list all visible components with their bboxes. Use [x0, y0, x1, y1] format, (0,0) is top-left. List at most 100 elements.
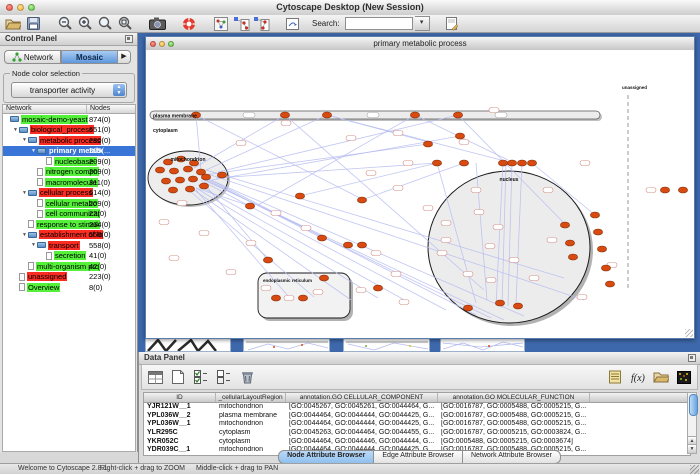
graph-node[interactable]	[322, 112, 331, 118]
table-vertical-scrollbar[interactable]: ▲ ▼	[687, 392, 697, 454]
layout-icon-b[interactable]	[252, 16, 270, 32]
app-resize-grip[interactable]	[690, 465, 699, 474]
graph-node[interactable]	[513, 303, 522, 309]
graph-node[interactable]	[459, 160, 468, 166]
zoom-selected-icon[interactable]	[96, 16, 114, 32]
snapshot-icon[interactable]	[148, 16, 166, 32]
graph-node[interactable]	[432, 160, 441, 166]
table-cell[interactable]: cytoplasm	[216, 429, 286, 438]
search-input[interactable]	[345, 17, 413, 30]
table-cell[interactable]: mitochondrion	[216, 403, 286, 412]
tree-row[interactable]: mosaic-demo-yeast874(0)	[3, 114, 135, 125]
graph-node[interactable]	[373, 285, 382, 291]
tree-row[interactable]: ▼metabolic process280(0)	[3, 135, 135, 146]
graph-node[interactable]	[295, 193, 304, 199]
tree-row[interactable]: cellular metabo209(0)	[3, 198, 135, 209]
graph-node[interactable]	[183, 166, 192, 172]
search-config-icon[interactable]	[444, 16, 462, 32]
tree-twisty-icon[interactable]: ▼	[30, 242, 37, 248]
unselect-all-attributes-icon[interactable]	[215, 369, 233, 385]
table-cell[interactable]	[590, 438, 690, 447]
float-data-panel-icon[interactable]	[688, 354, 696, 362]
more-tabs-button[interactable]: ▶	[118, 50, 131, 64]
graph-node[interactable]	[357, 242, 366, 248]
graph-edge[interactable]	[218, 115, 458, 172]
graph-edge[interactable]	[206, 115, 327, 170]
graph-node[interactable]	[199, 183, 208, 189]
graph-node[interactable]	[263, 257, 272, 263]
tree-row[interactable]: nucleobase-209(0)	[3, 156, 135, 167]
graph-node[interactable]	[155, 167, 164, 173]
nucleus-compartment[interactable]	[428, 171, 590, 323]
table-cell[interactable]	[590, 429, 690, 438]
zoom-out-icon[interactable]	[56, 16, 74, 32]
table-cell[interactable]	[590, 403, 690, 412]
tree-row[interactable]: ▼biological_process651(0)	[3, 125, 135, 136]
table-cell[interactable]: plasma membrane	[216, 412, 286, 421]
table-cell[interactable]: [GO:0016787, GO:0005215, GO:0003824, G..…	[438, 429, 590, 438]
tree-row[interactable]: ▼primary metabo209(...	[3, 146, 135, 157]
graph-node[interactable]	[319, 275, 328, 281]
graph-node[interactable]	[185, 186, 194, 192]
tree-row[interactable]: unassigned223(0)	[3, 272, 135, 283]
table-row[interactable]: YPL036W__2plasma membrane[GO:0044464, GO…	[143, 412, 691, 421]
tab-edge-attribute-browser[interactable]: Edge Attribute Browser	[374, 450, 463, 464]
tree-row[interactable]: cell communicat22(0)	[3, 209, 135, 220]
table-cell[interactable]: cytoplasm	[216, 438, 286, 447]
table-cell[interactable]: [GO:0045263, GO:0044464, GO:0044455, G..…	[286, 429, 438, 438]
table-cell[interactable]: [GO:0016787, GO:0005488, GO:0005215, G..…	[438, 412, 590, 421]
new-attribute-icon[interactable]	[169, 369, 187, 385]
vizmapper-icon[interactable]	[284, 16, 302, 32]
graph-node[interactable]	[169, 168, 178, 174]
graph-node[interactable]	[565, 240, 574, 246]
function-builder-icon[interactable]: f(x)	[629, 369, 647, 385]
table-cell[interactable]: [GO:0044464, GO:0044446, GO:0044444, G..…	[286, 438, 438, 447]
help-icon[interactable]	[180, 16, 198, 32]
select-all-attributes-icon[interactable]	[192, 369, 210, 385]
graph-edge[interactable]	[212, 136, 460, 180]
select-attributes-icon[interactable]	[146, 369, 164, 385]
table-cell[interactable]: mitochondrion	[216, 420, 286, 429]
node-color-select[interactable]: transporter activity ▲▼	[11, 82, 127, 98]
graph-node[interactable]	[245, 203, 254, 209]
table-row[interactable]: YLR295Ccytoplasm[GO:0045263, GO:0044464,…	[143, 429, 691, 438]
float-panel-icon[interactable]	[125, 35, 133, 43]
tree-row[interactable]: secretion41(0)	[3, 251, 135, 262]
tab-network[interactable]: Network	[4, 50, 61, 64]
graph-node[interactable]	[161, 178, 170, 184]
table-cell[interactable]	[590, 412, 690, 421]
graph-node[interactable]	[455, 133, 464, 139]
tree-row[interactable]: Overview8(0)	[3, 282, 135, 293]
graph-node[interactable]	[601, 265, 610, 271]
graph-node[interactable]	[593, 229, 602, 235]
graph-node[interactable]	[590, 212, 599, 218]
tree-row[interactable]: multi-organism pro42(0)	[3, 261, 135, 272]
tree-row[interactable]: macromolecule311(0)	[3, 177, 135, 188]
graph-node[interactable]	[517, 160, 526, 166]
zoom-in-icon[interactable]	[76, 16, 94, 32]
delete-attribute-icon[interactable]	[238, 369, 256, 385]
graph-node[interactable]	[568, 254, 577, 260]
graph-node[interactable]	[175, 177, 184, 183]
network-overview-icon[interactable]	[212, 16, 230, 32]
graph-node[interactable]	[423, 141, 432, 147]
tree-row[interactable]: ▼transport558(0)	[3, 240, 135, 251]
graph-node[interactable]	[357, 197, 366, 203]
graph-node[interactable]	[660, 187, 669, 193]
column-header[interactable]: _cellularLayoutRegion	[216, 393, 286, 402]
background-window-fragment[interactable]	[145, 337, 231, 352]
tree-twisty-icon[interactable]: ▼	[21, 190, 28, 196]
network-column-header[interactable]: Network	[3, 105, 87, 113]
table-cell[interactable]: [GO:0016787, GO:0005488, GO:0005215, G..…	[438, 403, 590, 412]
table-cell[interactable]: YKR052C	[144, 438, 216, 447]
network-canvas[interactable]: plasma membranecytoplasmmitochondrionnuc…	[146, 50, 694, 338]
tree-twisty-icon[interactable]: ▼	[21, 232, 28, 238]
network-graph[interactable]: plasma membranecytoplasmmitochondrionnuc…	[146, 50, 692, 338]
table-cell[interactable]: YPL036W__1	[144, 420, 216, 429]
graph-node[interactable]	[271, 295, 280, 301]
tree-row[interactable]: ▼establishment of lo558(0)	[3, 230, 135, 241]
column-header[interactable]: annotation.GO CELLULAR_COMPONENT	[286, 393, 438, 402]
tree-row[interactable]: response to stimulu264(0)	[3, 219, 135, 230]
table-cell[interactable]: [GO:0044464, GO:0044444, GO:0044425, G..…	[286, 420, 438, 429]
table-row[interactable]: YPL036W__1mitochondrion[GO:0044464, GO:0…	[143, 420, 691, 429]
